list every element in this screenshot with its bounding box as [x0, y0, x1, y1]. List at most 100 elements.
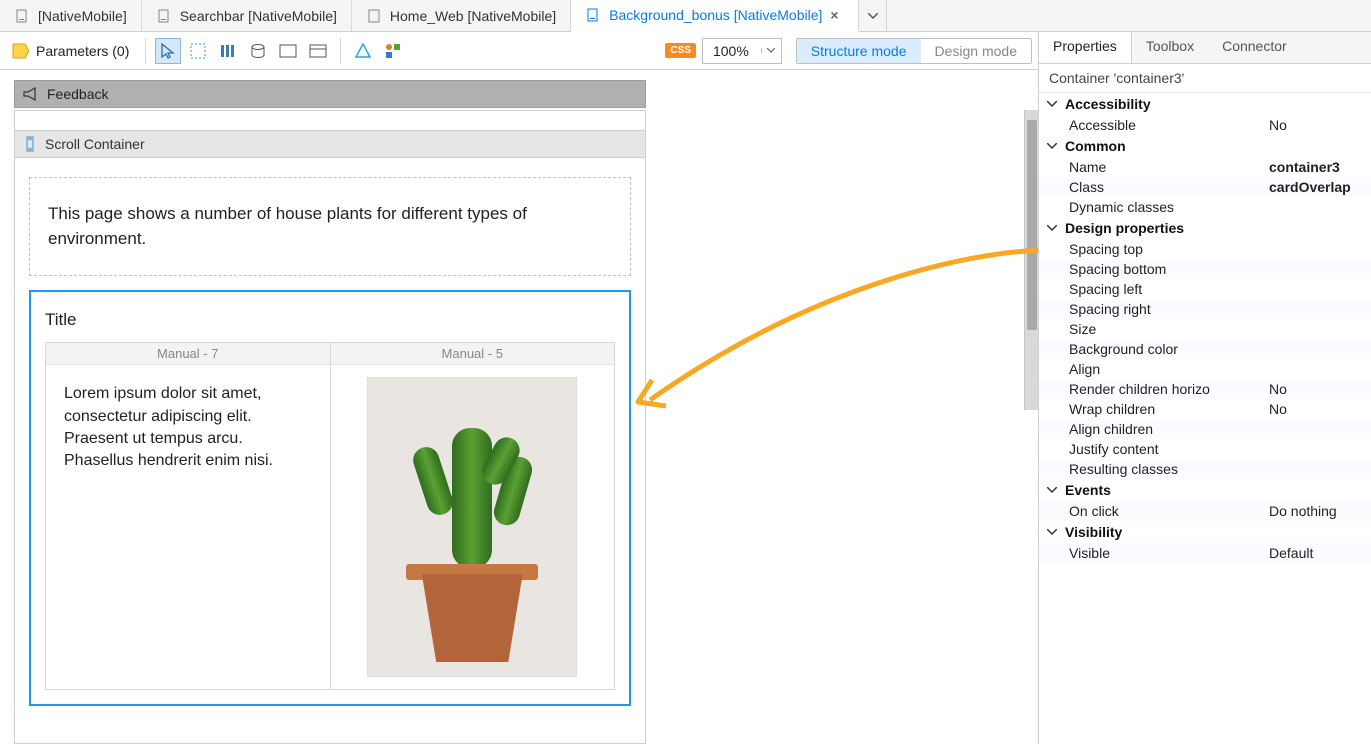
layout-column-2[interactable]: Manual - 5 — [330, 343, 615, 689]
page-surface[interactable]: This page shows a number of house plants… — [14, 110, 646, 744]
tab-native-mobile[interactable]: [NativeMobile] — [0, 0, 142, 31]
canvas[interactable]: This page shows a number of house plants… — [0, 70, 1038, 744]
property-value[interactable] — [1269, 421, 1371, 437]
property-row[interactable]: VisibleDefault — [1039, 543, 1371, 563]
property-value[interactable] — [1269, 241, 1371, 257]
chevron-down-icon — [1047, 487, 1059, 494]
property-row[interactable]: Render children horizoNo — [1039, 379, 1371, 399]
connector-tab[interactable]: Connector — [1208, 32, 1301, 63]
page-icon — [14, 8, 30, 24]
container-tool-button[interactable] — [276, 39, 300, 63]
feedback-label: Feedback — [47, 86, 108, 102]
tab-searchbar[interactable]: Searchbar [NativeMobile] — [142, 0, 352, 31]
separator — [145, 38, 146, 64]
design-mode-button[interactable]: Design mode — [921, 39, 1032, 63]
card-title[interactable]: Title — [45, 310, 615, 330]
property-key: Spacing right — [1069, 301, 1269, 317]
parameters-label: Parameters (0) — [36, 43, 129, 59]
columns-tool-button[interactable] — [216, 39, 240, 63]
marquee-icon — [190, 43, 206, 59]
property-value[interactable] — [1269, 461, 1371, 477]
property-row[interactable]: Background color — [1039, 339, 1371, 359]
data-tool-button[interactable] — [246, 39, 270, 63]
canvas-scrollbar[interactable] — [1024, 110, 1038, 410]
property-key: Background color — [1069, 341, 1269, 357]
zoom-selector[interactable]: 100% — [702, 38, 782, 64]
property-group-header[interactable]: Common — [1039, 135, 1371, 157]
marquee-tool-button[interactable] — [186, 39, 210, 63]
property-row[interactable]: Spacing bottom — [1039, 259, 1371, 279]
lorem-text[interactable]: Lorem ipsum dolor sit amet, consectetur … — [46, 365, 330, 491]
megaphone-icon — [23, 87, 39, 101]
property-value[interactable] — [1269, 199, 1371, 215]
property-value[interactable] — [1269, 301, 1371, 317]
mode-toggle: Structure mode Design mode — [796, 38, 1032, 64]
panel-tool-button[interactable] — [306, 39, 330, 63]
scroll-container-header[interactable]: Scroll Container — [14, 130, 646, 158]
property-value[interactable]: No — [1269, 381, 1371, 397]
property-value[interactable] — [1269, 281, 1371, 297]
property-value[interactable] — [1269, 341, 1371, 357]
parameters-button[interactable]: Parameters (0) — [6, 41, 135, 61]
property-row[interactable]: Size — [1039, 319, 1371, 339]
feedback-bar[interactable]: Feedback — [14, 80, 646, 108]
property-row[interactable]: Justify content — [1039, 439, 1371, 459]
close-tab-icon[interactable]: × — [830, 7, 844, 23]
select-tool-button[interactable] — [156, 39, 180, 63]
tab-overflow-button[interactable] — [859, 0, 887, 31]
property-row[interactable]: Namecontainer3 — [1039, 157, 1371, 177]
plant-image[interactable] — [367, 377, 577, 677]
property-row[interactable]: AccessibleNo — [1039, 115, 1371, 135]
property-value[interactable] — [1269, 261, 1371, 277]
container-icon — [279, 44, 297, 58]
properties-tabstrip: Properties Toolbox Connector — [1039, 32, 1371, 64]
property-row[interactable]: Resulting classes — [1039, 459, 1371, 479]
widgets-tool-button[interactable] — [381, 39, 405, 63]
zoom-caret[interactable] — [761, 48, 781, 53]
property-value[interactable]: cardOverlap — [1269, 179, 1371, 195]
scrollbar-thumb[interactable] — [1027, 120, 1037, 330]
property-row[interactable]: Spacing right — [1039, 299, 1371, 319]
tab-home-web[interactable]: Home_Web [NativeMobile] — [352, 0, 571, 31]
chevron-down-icon — [1047, 143, 1059, 150]
property-group-header[interactable]: Visibility — [1039, 521, 1371, 543]
property-row[interactable]: Spacing left — [1039, 279, 1371, 299]
property-key: Spacing top — [1069, 241, 1269, 257]
toolbox-tab[interactable]: Toolbox — [1132, 32, 1208, 63]
chevron-down-icon — [868, 13, 878, 19]
property-row[interactable]: Spacing top — [1039, 239, 1371, 259]
description-text-widget[interactable]: This page shows a number of house plants… — [29, 177, 631, 276]
property-group-header[interactable]: Design properties — [1039, 217, 1371, 239]
tab-label: [NativeMobile] — [38, 8, 127, 24]
tab-background-bonus[interactable]: Background_bonus [NativeMobile] × — [571, 0, 859, 32]
properties-body[interactable]: AccessibilityAccessibleNoCommonNameconta… — [1039, 93, 1371, 744]
css-badge[interactable]: CSS — [665, 43, 696, 58]
property-row[interactable]: On clickDo nothing — [1039, 501, 1371, 521]
property-value[interactable]: Default — [1269, 545, 1371, 561]
property-row[interactable]: Wrap childrenNo — [1039, 399, 1371, 419]
property-value[interactable] — [1269, 361, 1371, 377]
property-row[interactable]: Align — [1039, 359, 1371, 379]
warning-tool-button[interactable] — [351, 39, 375, 63]
property-row[interactable]: Align children — [1039, 419, 1371, 439]
properties-header: Container 'container3' — [1039, 64, 1371, 93]
property-value[interactable] — [1269, 321, 1371, 337]
property-value[interactable] — [1269, 441, 1371, 457]
property-group-header[interactable]: Events — [1039, 479, 1371, 501]
property-value[interactable]: Do nothing — [1269, 503, 1371, 519]
property-row[interactable]: Dynamic classes — [1039, 197, 1371, 217]
property-key: Size — [1069, 321, 1269, 337]
structure-mode-button[interactable]: Structure mode — [797, 39, 921, 63]
layout-grid[interactable]: Manual - 7 Lorem ipsum dolor sit amet, c… — [45, 342, 615, 690]
properties-tab[interactable]: Properties — [1039, 32, 1132, 63]
column-header: Manual - 5 — [331, 343, 615, 365]
property-value[interactable]: No — [1269, 117, 1371, 133]
property-group-header[interactable]: Accessibility — [1039, 93, 1371, 115]
layout-column-1[interactable]: Manual - 7 Lorem ipsum dolor sit amet, c… — [46, 343, 330, 689]
container3-selected[interactable]: Title Manual - 7 Lorem ipsum dolor sit a… — [29, 290, 631, 706]
property-value[interactable]: No — [1269, 401, 1371, 417]
page-editor: Parameters (0) CSS 100% Structure mode D… — [0, 32, 1039, 744]
property-value[interactable]: container3 — [1269, 159, 1371, 175]
property-row[interactable]: ClasscardOverlap — [1039, 177, 1371, 197]
panel-icon — [309, 44, 327, 58]
